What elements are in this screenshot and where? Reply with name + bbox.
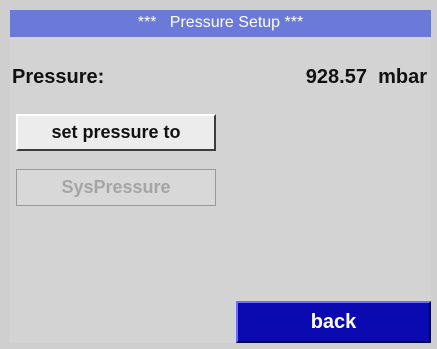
- pressure-setup-screen: *** Pressure Setup *** Pressure: 928.57 …: [0, 0, 437, 349]
- back-button[interactable]: back: [236, 301, 431, 343]
- content-area: Pressure: 928.57 mbar set pressure to Sy…: [10, 37, 431, 343]
- pressure-label: Pressure:: [12, 66, 105, 88]
- set-pressure-button[interactable]: set pressure to: [16, 114, 216, 151]
- window-title: *** Pressure Setup ***: [10, 10, 431, 37]
- pressure-value: 928.57 mbar: [305, 66, 427, 88]
- syspressure-button[interactable]: SysPressure: [16, 169, 216, 206]
